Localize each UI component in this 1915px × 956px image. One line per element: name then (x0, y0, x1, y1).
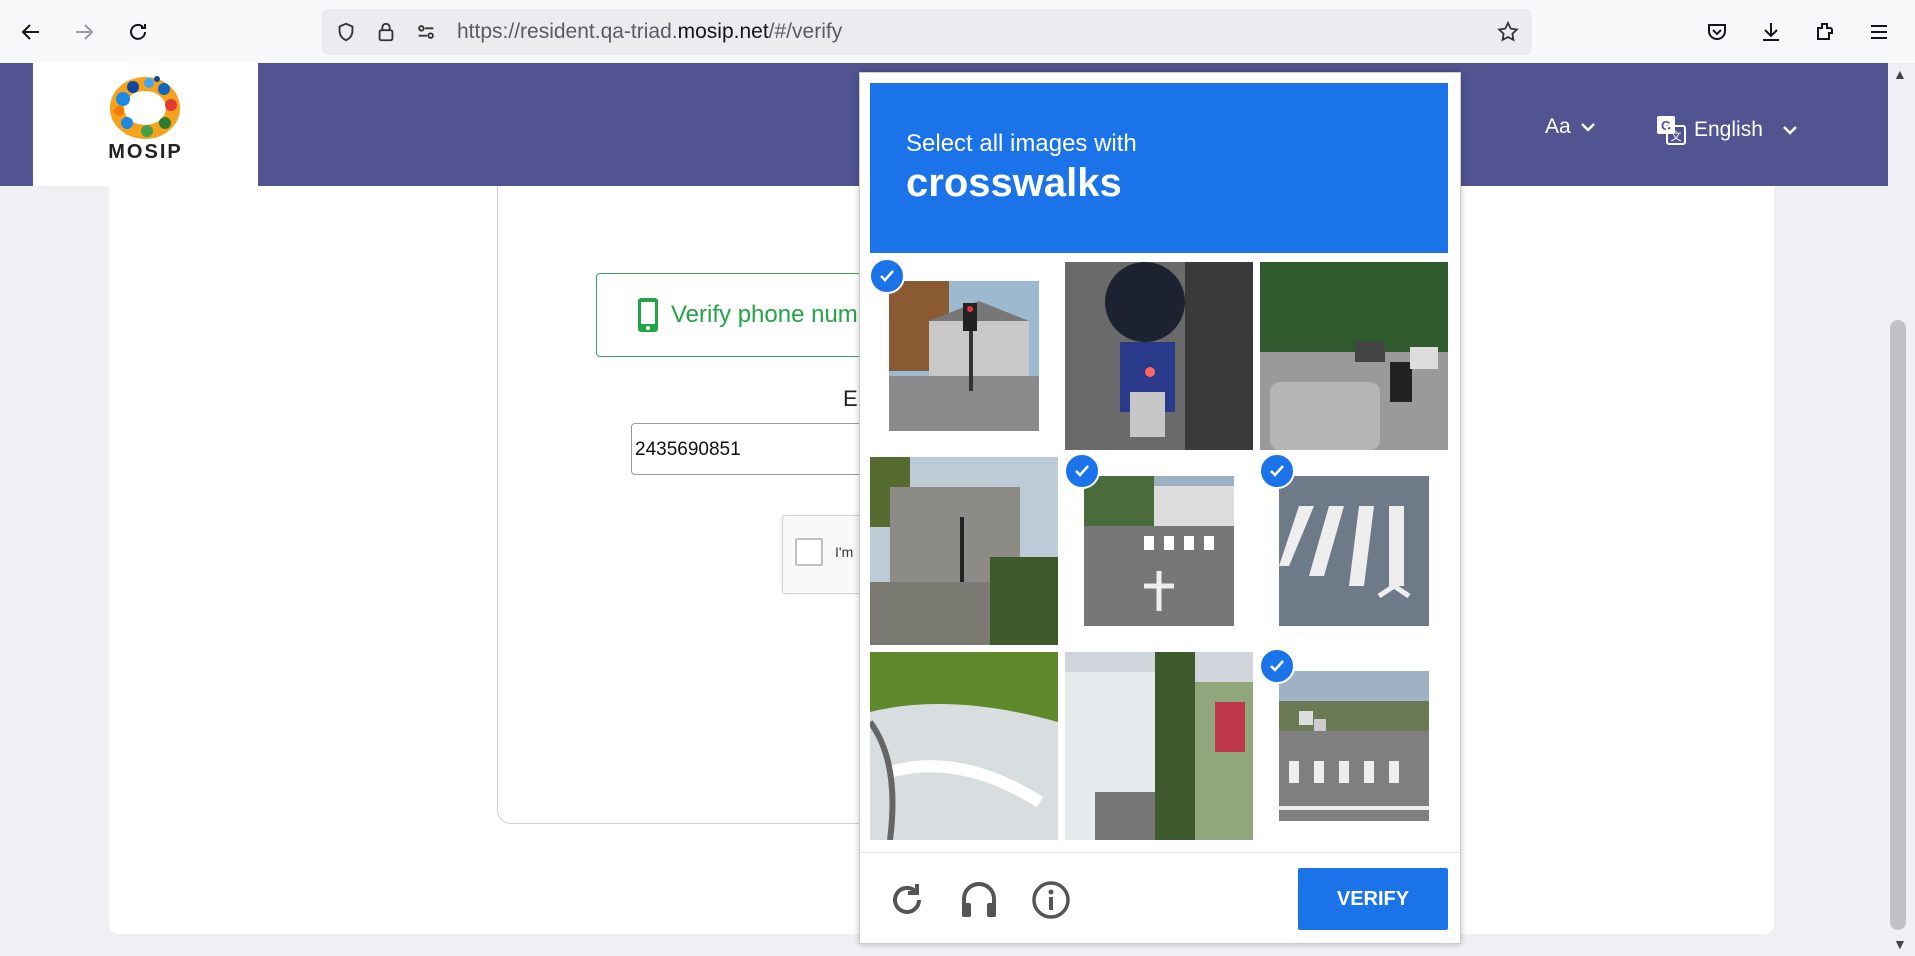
forward-icon[interactable] (66, 14, 102, 50)
browser-toolbar: https://resident.qa-triad.mosip.net/#/ve… (0, 0, 1915, 64)
info-icon[interactable] (1029, 878, 1073, 922)
river-stream-image (870, 652, 1058, 840)
url-text[interactable]: https://resident.qa-triad.mosip.net/#/ve… (457, 20, 842, 44)
recaptcha-label: I'm (835, 544, 854, 560)
address-bar[interactable]: https://resident.qa-triad.mosip.net/#/ve… (322, 9, 1532, 55)
building-traffic-light-image (870, 457, 1058, 645)
captcha-tile-3[interactable] (1260, 262, 1448, 450)
street-cars-image (1260, 262, 1448, 450)
captcha-instruction: Select all images with (906, 130, 1137, 157)
captcha-tile-5[interactable] (1065, 457, 1253, 645)
font-size-label: Aa (1545, 115, 1571, 138)
language-selector[interactable]: G 文 English (1656, 115, 1799, 145)
pocket-icon[interactable] (1699, 14, 1735, 50)
chevron-down-icon (1783, 126, 1797, 135)
crosswalk-closeup-image (1279, 476, 1429, 626)
audio-challenge-icon[interactable] (957, 878, 1001, 922)
mobile-phone-icon (638, 298, 658, 332)
reload-icon[interactable] (120, 14, 156, 50)
language-label: English (1694, 118, 1763, 141)
captcha-header: Select all images with crosswalks (870, 83, 1448, 253)
scroll-down-icon[interactable]: ▼ (1893, 936, 1907, 952)
reload-challenge-icon[interactable] (885, 878, 929, 922)
crosswalk-road-image (1279, 671, 1429, 821)
extensions-icon[interactable] (1807, 14, 1843, 50)
house-wall-image (1065, 652, 1253, 840)
verify-tab-label: Verify phone num (671, 301, 858, 328)
captcha-tile-6[interactable] (1260, 457, 1448, 645)
phone-input[interactable]: 2435690851 (631, 423, 891, 475)
check-icon (1259, 453, 1295, 489)
captcha-challenge: Select all images with crosswalks VERIFY (859, 72, 1461, 944)
captcha-target: crosswalks (906, 161, 1122, 205)
back-icon[interactable] (13, 14, 49, 50)
check-icon (1259, 648, 1295, 684)
mosip-logo-icon (110, 76, 180, 139)
chevron-down-icon (1580, 123, 1595, 132)
crosswalk-corner-image (1084, 476, 1234, 626)
captcha-footer: VERIFY (860, 852, 1460, 944)
check-icon (869, 258, 905, 294)
scroll-up-icon[interactable]: ▲ (1893, 66, 1907, 82)
captcha-tile-2[interactable] (1065, 262, 1253, 450)
motorcycle-image (1065, 262, 1253, 450)
bookmark-star-icon[interactable] (1496, 20, 1520, 44)
field-label: E (843, 386, 858, 411)
captcha-tile-1[interactable] (870, 262, 1058, 450)
translate-icon: G 文 (1657, 116, 1686, 145)
recaptcha-checkbox[interactable] (795, 538, 823, 566)
shield-icon[interactable] (334, 20, 358, 44)
font-size-menu[interactable]: Aa (1545, 115, 1597, 139)
captcha-tile-8[interactable] (1065, 652, 1253, 840)
traffic-light-house-image (889, 281, 1039, 431)
permissions-icon[interactable] (414, 20, 438, 44)
logo[interactable]: MOSIP (33, 63, 258, 186)
svg-text:文: 文 (1671, 129, 1682, 143)
scrollbar-thumb[interactable] (1890, 320, 1906, 930)
check-icon (1064, 453, 1100, 489)
captcha-tile-9[interactable] (1260, 652, 1448, 840)
lock-icon[interactable] (374, 20, 398, 44)
logo-text: MOSIP (108, 141, 183, 163)
menu-icon[interactable] (1861, 14, 1897, 50)
captcha-verify-button[interactable]: VERIFY (1298, 868, 1448, 930)
captcha-tile-4[interactable] (870, 457, 1058, 645)
download-icon[interactable] (1753, 14, 1789, 50)
captcha-tile-7[interactable] (870, 652, 1058, 840)
